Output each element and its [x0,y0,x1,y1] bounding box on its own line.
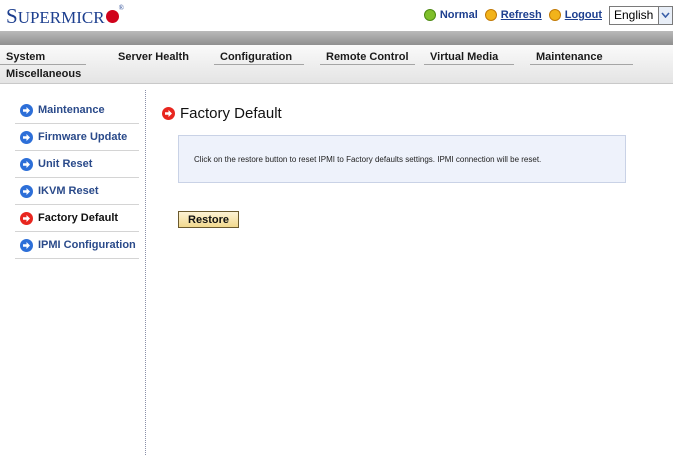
logout-icon[interactable] [548,9,561,21]
logo-dot-icon [105,9,119,23]
sidebar-item-label: Unit Reset [38,158,93,170]
status-label: Normal [439,9,478,21]
nav-system[interactable]: System [0,47,86,65]
blue-arrow-icon [20,184,33,198]
sidebar-item-ipmi-configuration[interactable]: IPMI Configuration [15,232,139,259]
sidebar-item-maintenance[interactable]: Maintenance [15,97,139,124]
red-arrow-icon [162,107,175,120]
nav-miscellaneous[interactable]: Miscellaneous [0,64,120,82]
blue-arrow-icon [20,103,33,117]
status-ok-icon [423,9,436,21]
sidebar-item-label: Firmware Update [38,131,128,143]
blue-arrow-icon [20,130,33,144]
nav-maintenance[interactable]: Maintenance [530,47,633,65]
sidebar-item-firmware-update[interactable]: Firmware Update [15,124,139,151]
supermicro-logo: SUPERMICR ® [6,4,124,29]
nav-virtual-media[interactable]: Virtual Media [424,47,514,65]
sidebar-divider [145,90,146,455]
restore-button[interactable]: Restore [178,211,239,228]
sidebar-item-label: IKVM Reset [38,185,99,197]
page-title: Factory Default [162,105,282,122]
info-text: Click on the restore button to reset IPM… [194,154,542,164]
refresh-icon[interactable] [484,9,497,21]
registered-mark: ® [118,4,124,12]
chevron-down-icon[interactable] [659,5,673,25]
blue-arrow-icon [20,238,33,252]
logo-text: UPERMICR [17,8,105,27]
nav-server-health[interactable]: Server Health [112,47,207,65]
header-divider-bar [0,31,673,45]
status-indicator: Normal [423,9,478,21]
language-select[interactable]: English [609,5,659,25]
sidebar-item-label: IPMI Configuration [38,239,136,251]
sidebar-item-ikvm-reset[interactable]: IKVM Reset [15,178,139,205]
sidebar-item-label: Factory Default [38,212,119,224]
refresh-link-group[interactable]: Refresh [484,9,542,21]
logo-initial: S [6,4,18,28]
logout-link-group[interactable]: Logout [548,9,602,21]
blue-arrow-icon [20,157,33,171]
refresh-link[interactable]: Refresh [501,9,542,21]
logout-link[interactable]: Logout [565,9,602,21]
page-title-text: Factory Default [180,105,282,122]
sidebar-menu: Maintenance Firmware Update Unit Reset I… [15,97,139,259]
nav-remote-control[interactable]: Remote Control [320,47,415,65]
red-arrow-icon [20,211,33,225]
nav-configuration[interactable]: Configuration [214,47,304,65]
main-nav: System Server Health Configuration Remot… [0,45,673,84]
header-status-area: Normal Refresh Logout English [423,5,673,25]
sidebar-item-unit-reset[interactable]: Unit Reset [15,151,139,178]
info-box: Click on the restore button to reset IPM… [178,135,626,183]
sidebar-item-label: Maintenance [38,104,105,116]
sidebar-item-factory-default[interactable]: Factory Default [15,205,139,232]
